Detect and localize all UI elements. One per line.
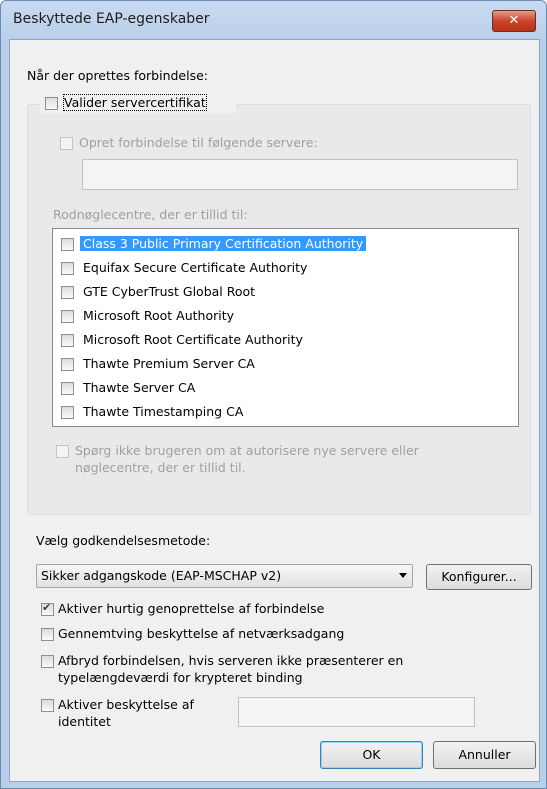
dialog-window: Beskyttede EAP-egenskaber ✕ Når der opre… xyxy=(0,0,547,789)
identity-privacy-checkbox[interactable] xyxy=(41,699,54,712)
disconnect-label-line2[interactable]: typelængdeværdi for krypteret binding xyxy=(58,670,303,685)
close-button[interactable]: ✕ xyxy=(492,10,536,32)
title-bar[interactable]: Beskyttede EAP-egenskaber ✕ xyxy=(1,1,546,39)
identity-privacy-label-line2[interactable]: identitet xyxy=(58,714,111,729)
identity-privacy-label-line1[interactable]: Aktiver beskyttelse af xyxy=(58,697,194,712)
server-names-input[interactable] xyxy=(82,159,518,190)
auth-method-value: Sikker adgangskode (EAP-MSCHAP v2) xyxy=(41,568,282,583)
list-item[interactable]: GTE CyberTrust Global Root xyxy=(53,280,518,304)
root-ca-checkbox[interactable] xyxy=(61,238,74,251)
connect-section-label: Når der oprettes forbindelse: xyxy=(27,68,209,83)
root-ca-list[interactable]: Class 3 Public Primary Certification Aut… xyxy=(52,228,519,427)
list-item[interactable]: Class 3 Public Primary Certification Aut… xyxy=(53,232,518,256)
root-ca-checkbox[interactable] xyxy=(61,310,74,323)
list-item-label: Class 3 Public Primary Certification Aut… xyxy=(80,236,367,251)
ok-button[interactable]: OK xyxy=(320,741,423,769)
list-item[interactable]: Thawte Server CA xyxy=(53,376,518,400)
root-ca-checkbox[interactable] xyxy=(61,334,74,347)
list-item-label: Thawte Timestamping CA xyxy=(83,404,244,419)
validate-cert-label[interactable]: Valider servercertifikat xyxy=(63,94,207,111)
connect-servers-label: Opret forbindelse til følgende servere: xyxy=(79,135,318,150)
list-item-label: Microsoft Root Authority xyxy=(83,308,235,323)
dialog-client-area: Når der oprettes forbindelse: Valider se… xyxy=(9,39,540,782)
list-item-label: Thawte Premium Server CA xyxy=(83,356,255,371)
configure-button[interactable]: Konfigurer... xyxy=(426,564,532,590)
list-item[interactable]: Thawte Premium Server CA xyxy=(53,352,518,376)
list-item[interactable]: Equifax Secure Certificate Authority xyxy=(53,256,518,280)
nap-checkbox[interactable] xyxy=(41,628,54,641)
window-title: Beskyttede EAP-egenskaber xyxy=(13,11,210,27)
root-ca-checkbox[interactable] xyxy=(61,286,74,299)
dont-prompt-label-line2: nøglecentre, der er tillid til. xyxy=(75,460,246,475)
list-item-label: Equifax Secure Certificate Authority xyxy=(83,260,308,275)
list-item-label: Microsoft Root Certificate Authority xyxy=(83,332,303,347)
nap-label[interactable]: Gennemtving beskyttelse af netværksadgan… xyxy=(58,626,344,641)
root-ca-label: Rodnøglecentre, der er tillid til: xyxy=(53,207,248,222)
root-ca-checkbox[interactable] xyxy=(61,358,74,371)
list-item[interactable]: Microsoft Root Certificate Authority xyxy=(53,328,518,352)
dont-prompt-checkbox[interactable] xyxy=(56,445,69,458)
identity-input[interactable] xyxy=(238,697,475,727)
disconnect-checkbox[interactable] xyxy=(41,655,54,668)
disconnect-label-line1[interactable]: Afbryd forbindelsen, hvis serveren ikke … xyxy=(58,653,403,668)
list-item-label: Thawte Server CA xyxy=(83,380,196,395)
dont-prompt-label-line1: Spørg ikke brugeren om at autorisere nye… xyxy=(75,443,419,458)
root-ca-checkbox[interactable] xyxy=(61,382,74,395)
cancel-button[interactable]: Annuller xyxy=(433,741,536,769)
list-item[interactable]: Thawte Timestamping CA xyxy=(53,400,518,424)
list-item[interactable]: Microsoft Root Authority xyxy=(53,304,518,328)
chevron-down-icon xyxy=(399,573,407,578)
fast-reconnect-label[interactable]: Aktiver hurtig genoprettelse af forbinde… xyxy=(58,601,324,616)
root-ca-checkbox[interactable] xyxy=(61,262,74,275)
list-item-label: GTE CyberTrust Global Root xyxy=(83,284,256,299)
fast-reconnect-checkbox[interactable] xyxy=(41,601,54,616)
root-ca-checkbox[interactable] xyxy=(61,406,74,419)
auth-method-label: Vælg godkendelsesmetode: xyxy=(36,533,211,548)
close-icon: ✕ xyxy=(508,13,520,28)
auth-method-dropdown[interactable]: Sikker adgangskode (EAP-MSCHAP v2) xyxy=(36,564,413,588)
validate-cert-checkbox[interactable] xyxy=(45,97,58,110)
connect-servers-checkbox[interactable] xyxy=(60,137,73,150)
